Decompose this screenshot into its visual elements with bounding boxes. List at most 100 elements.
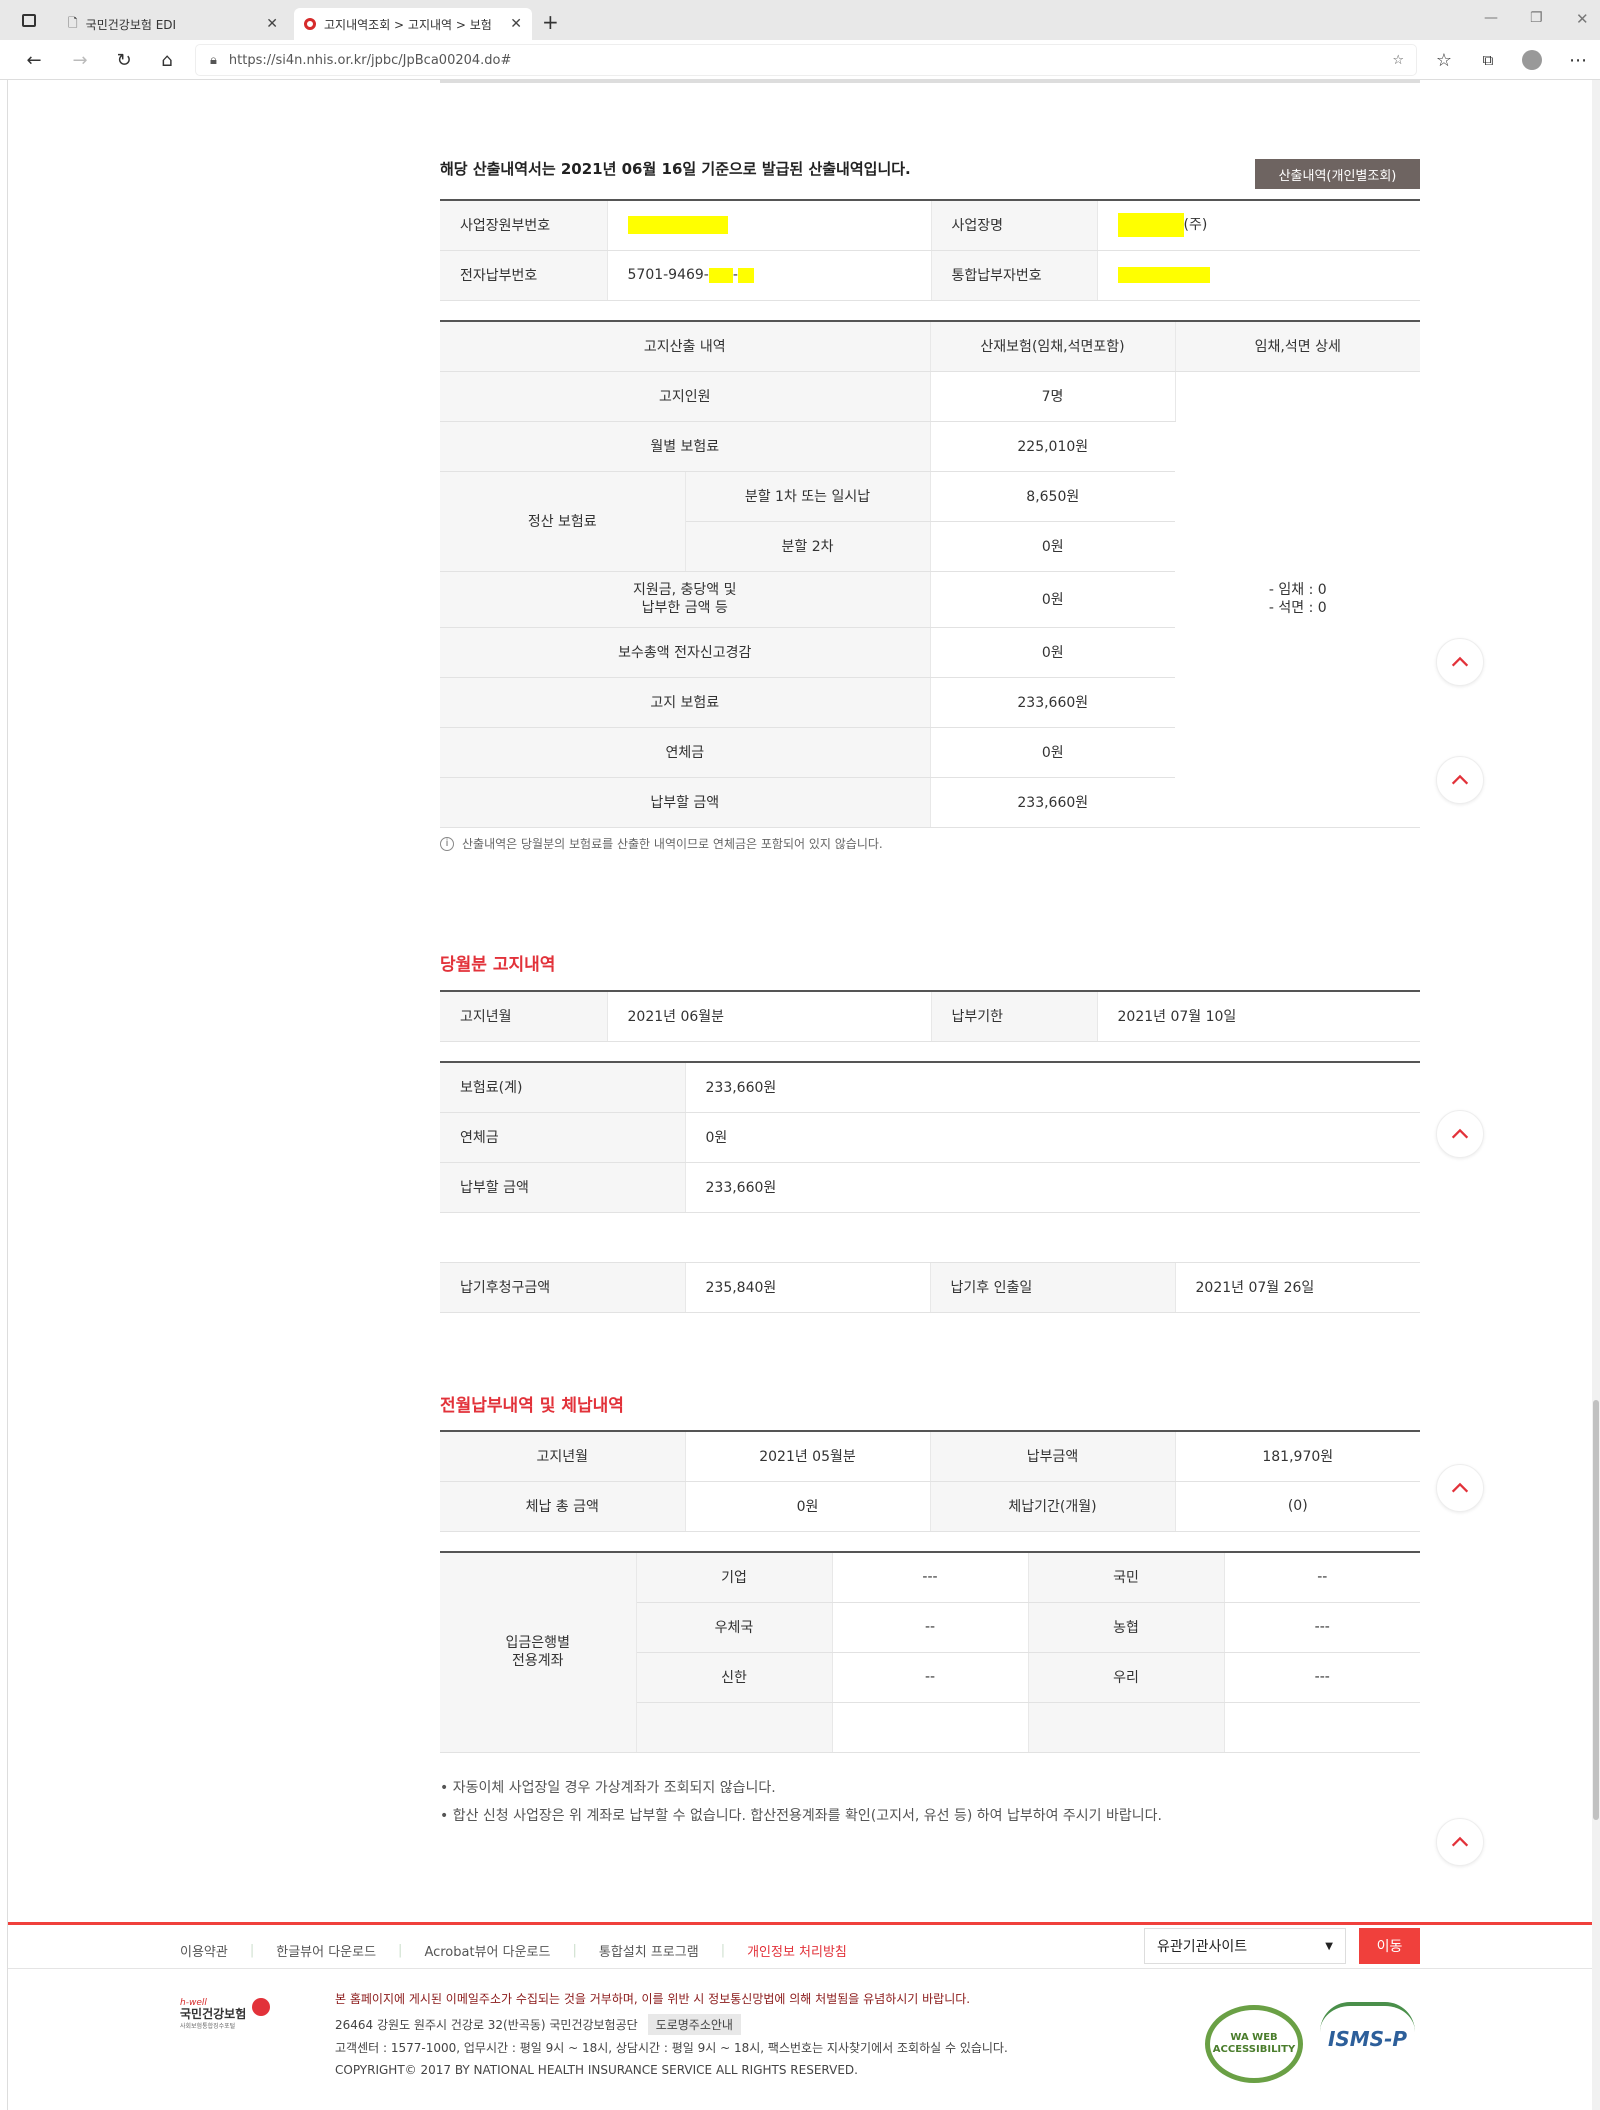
bullet-text: 합산 신청 사업장은 위 계좌로 납부할 수 없습니다. 합산전용계좌를 확인(… bbox=[452, 1808, 1162, 1824]
dropdown-arrow-icon: ▼ bbox=[1325, 1940, 1333, 1952]
table-row: 납부할 금액 233,660원 bbox=[440, 1162, 1420, 1213]
chevron-up-icon bbox=[1451, 1482, 1469, 1493]
label: 사업장원부번호 bbox=[440, 200, 608, 251]
scrollbar-thumb[interactable] bbox=[1593, 1400, 1599, 1820]
redacted-value bbox=[737, 267, 754, 283]
more-menu-icon[interactable]: ⋯ bbox=[1566, 48, 1590, 72]
table-row: 연체금 0원 bbox=[440, 1112, 1420, 1163]
close-window-button[interactable]: ✕ bbox=[1576, 10, 1589, 28]
row-label: 분할 2차 bbox=[685, 521, 931, 572]
go-button[interactable]: 이동 bbox=[1359, 1928, 1420, 1964]
issue-notice: 해당 산출내역서는 2021년 06월 16일 기준으로 발급된 산출내역입니다… bbox=[440, 160, 911, 178]
bank-name: 농협 bbox=[1028, 1602, 1225, 1653]
footer-link-hangul-viewer[interactable]: 한글뷰어 다운로드 bbox=[276, 1941, 376, 1960]
value: 233,660원 bbox=[685, 1162, 1420, 1213]
forward-icon[interactable]: → bbox=[68, 48, 92, 72]
value: 2021년 07월 26일 bbox=[1175, 1262, 1420, 1313]
label: 납기후청구금액 bbox=[440, 1262, 686, 1313]
value: 0원 bbox=[685, 1112, 1420, 1163]
scroll-top-button[interactable] bbox=[1436, 756, 1484, 804]
workplace-info-table: 사업장원부번호 사업장명 (주) 전자납부번호 5701-9469- - 통합납부… bbox=[440, 199, 1420, 301]
favorites-icon[interactable]: ☆ bbox=[1432, 48, 1456, 72]
footer-link-terms[interactable]: 이용약관 bbox=[180, 1941, 228, 1960]
top-divider bbox=[440, 80, 1420, 83]
individual-inquiry-button[interactable]: 산출내역(개인별조회) bbox=[1255, 159, 1420, 189]
row-label: 납부할 금액 bbox=[440, 777, 931, 828]
tab-nhis-edi[interactable]: 🗋 국민건강보험 EDI ✕ bbox=[58, 8, 288, 40]
scroll-top-button[interactable] bbox=[1436, 638, 1484, 686]
empty-cell bbox=[1028, 1702, 1225, 1753]
table-row: 보험료(계) 233,660원 bbox=[440, 1062, 1420, 1113]
row-label: 보수총액 전자신고경감 bbox=[440, 627, 931, 678]
scroll-top-button[interactable] bbox=[1436, 1464, 1484, 1512]
value: 2021년 07월 10일 bbox=[1097, 991, 1420, 1042]
footer-link-installer[interactable]: 통합설치 프로그램 bbox=[599, 1941, 699, 1960]
close-tab-icon[interactable]: ✕ bbox=[266, 16, 278, 32]
add-favorite-icon[interactable]: ☆ bbox=[1392, 53, 1404, 68]
related-sites-select[interactable]: 유관기관사이트 ▼ bbox=[1144, 1928, 1346, 1964]
logo-heart-icon bbox=[252, 1998, 270, 2016]
scroll-top-button[interactable] bbox=[1436, 1110, 1484, 1158]
footer-link-privacy[interactable]: 개인정보 처리방침 bbox=[747, 1941, 847, 1960]
tab-notice-inquiry[interactable]: 고지내역조회 > 고지내역 > 보험 ✕ bbox=[294, 8, 532, 40]
current-month-table: 고지년월 2021년 06월분 납부기한 2021년 07월 10일 bbox=[440, 990, 1420, 1042]
label-line: 납부한 금액 등 bbox=[641, 600, 728, 616]
value: (0) bbox=[1175, 1481, 1420, 1532]
chevron-up-icon bbox=[1451, 1836, 1469, 1847]
calculation-table: 고지산출 내역 산재보험(임채,석면포함) 임채,석면 상세 고지인원 7명 - 임채… bbox=[440, 320, 1420, 828]
profile-avatar[interactable] bbox=[1520, 48, 1544, 72]
chevron-up-icon bbox=[1451, 774, 1469, 785]
footer-link-acrobat-viewer[interactable]: Acrobat뷰어 다운로드 bbox=[424, 1941, 550, 1960]
footer-copyright: COPYRIGHT© 2017 BY NATIONAL HEALTH INSUR… bbox=[335, 2063, 858, 2077]
select-value: 유관기관사이트 bbox=[1157, 1939, 1248, 1955]
isms-p-badge: ISMS-P bbox=[1320, 2002, 1415, 2072]
redacted-value bbox=[627, 216, 728, 235]
current-amount-table: 보험료(계) 233,660원 연체금 0원 납부할 금액 233,660원 납기후청… bbox=[440, 1061, 1420, 1313]
value: 233,660원 bbox=[685, 1062, 1420, 1113]
footer-links: 이용약관 | 한글뷰어 다운로드 | Acrobat뷰어 다운로드 | 통합설치 프로… bbox=[180, 1941, 847, 1960]
previous-month-table: 고지년월 2021년 05월분 납부금액 181,970원 체납 총 금액 0원 체납기간… bbox=[440, 1430, 1420, 1532]
refresh-icon[interactable]: ↻ bbox=[112, 48, 136, 72]
table-row: 고지인원 7명 - 임채 : 0 - 석면 : 0 bbox=[440, 371, 1420, 828]
minimize-button[interactable]: — bbox=[1484, 10, 1498, 26]
label-line: 입금은행별 bbox=[505, 1635, 570, 1652]
new-tab-button[interactable]: + bbox=[542, 10, 559, 34]
value: 2021년 06월분 bbox=[607, 991, 932, 1042]
back-icon[interactable]: ← bbox=[22, 48, 46, 72]
close-tab-icon[interactable]: ✕ bbox=[510, 16, 522, 32]
tab-actions-icon[interactable] bbox=[22, 14, 36, 27]
page-icon: 🗋 bbox=[68, 15, 78, 30]
bank-name: 신한 bbox=[636, 1652, 833, 1703]
nhis-logo[interactable]: h-well 국민건강보험 사회보험통합징수포털 bbox=[180, 1998, 275, 2038]
lock-icon: 🔒︎ bbox=[210, 52, 217, 68]
collections-icon[interactable]: ⧉ bbox=[1476, 48, 1500, 72]
home-icon[interactable]: ⌂ bbox=[155, 48, 179, 72]
row-label: 고지인원 bbox=[440, 371, 931, 422]
row-value: 0원 bbox=[930, 521, 1176, 572]
restore-button[interactable]: ❐ bbox=[1530, 10, 1543, 26]
label: 연체금 bbox=[440, 1112, 686, 1163]
label: 사업장명 bbox=[931, 200, 1098, 251]
table-row: 납기후청구금액 235,840원 납기후 인출일 2021년 07월 26일 bbox=[440, 1262, 1420, 1313]
scroll-top-button[interactable] bbox=[1436, 1818, 1484, 1866]
bank-label: 입금은행별 전용계좌 bbox=[440, 1552, 637, 1753]
note-text: 산출내역은 당월분의 보험료를 산출한 내역이므로 연체금은 포함되어 있지 않… bbox=[462, 837, 883, 851]
url-text: https://si4n.nhis.or.kr/jpbc/JpBca00204.… bbox=[228, 52, 512, 68]
road-address-button[interactable]: 도로명주소안내 bbox=[647, 2014, 741, 2035]
detail-cell: - 임채 : 0 - 석면 : 0 bbox=[1175, 371, 1420, 828]
account-number: --- bbox=[1224, 1652, 1420, 1703]
row-label: 월별 보험료 bbox=[440, 421, 931, 472]
label: 납기후 인출일 bbox=[930, 1262, 1176, 1313]
epay-number: 5701-9469- bbox=[627, 267, 709, 283]
account-number: -- bbox=[1224, 1552, 1420, 1603]
account-number: --- bbox=[832, 1552, 1029, 1603]
empty-cell bbox=[832, 1702, 1029, 1753]
bullet-item: • 자동이체 사업장일 경우 가상계좌가 조회되지 않습니다. bbox=[440, 1780, 776, 1796]
bank-name: 우체국 bbox=[636, 1602, 833, 1653]
notice-bullets: • 자동이체 사업장일 경우 가상계좌가 조회되지 않습니다. • 합산 신청 … bbox=[440, 1774, 1162, 1830]
detail-line: - 임채 : 0 bbox=[1268, 582, 1327, 598]
window-frame bbox=[0, 80, 8, 2110]
label: 체납 총 금액 bbox=[440, 1481, 686, 1532]
company-suffix: (주) bbox=[1183, 217, 1208, 234]
url-bar[interactable]: 🔒︎ https://si4n.nhis.or.kr/jpbc/JpBca002… bbox=[196, 45, 1416, 75]
